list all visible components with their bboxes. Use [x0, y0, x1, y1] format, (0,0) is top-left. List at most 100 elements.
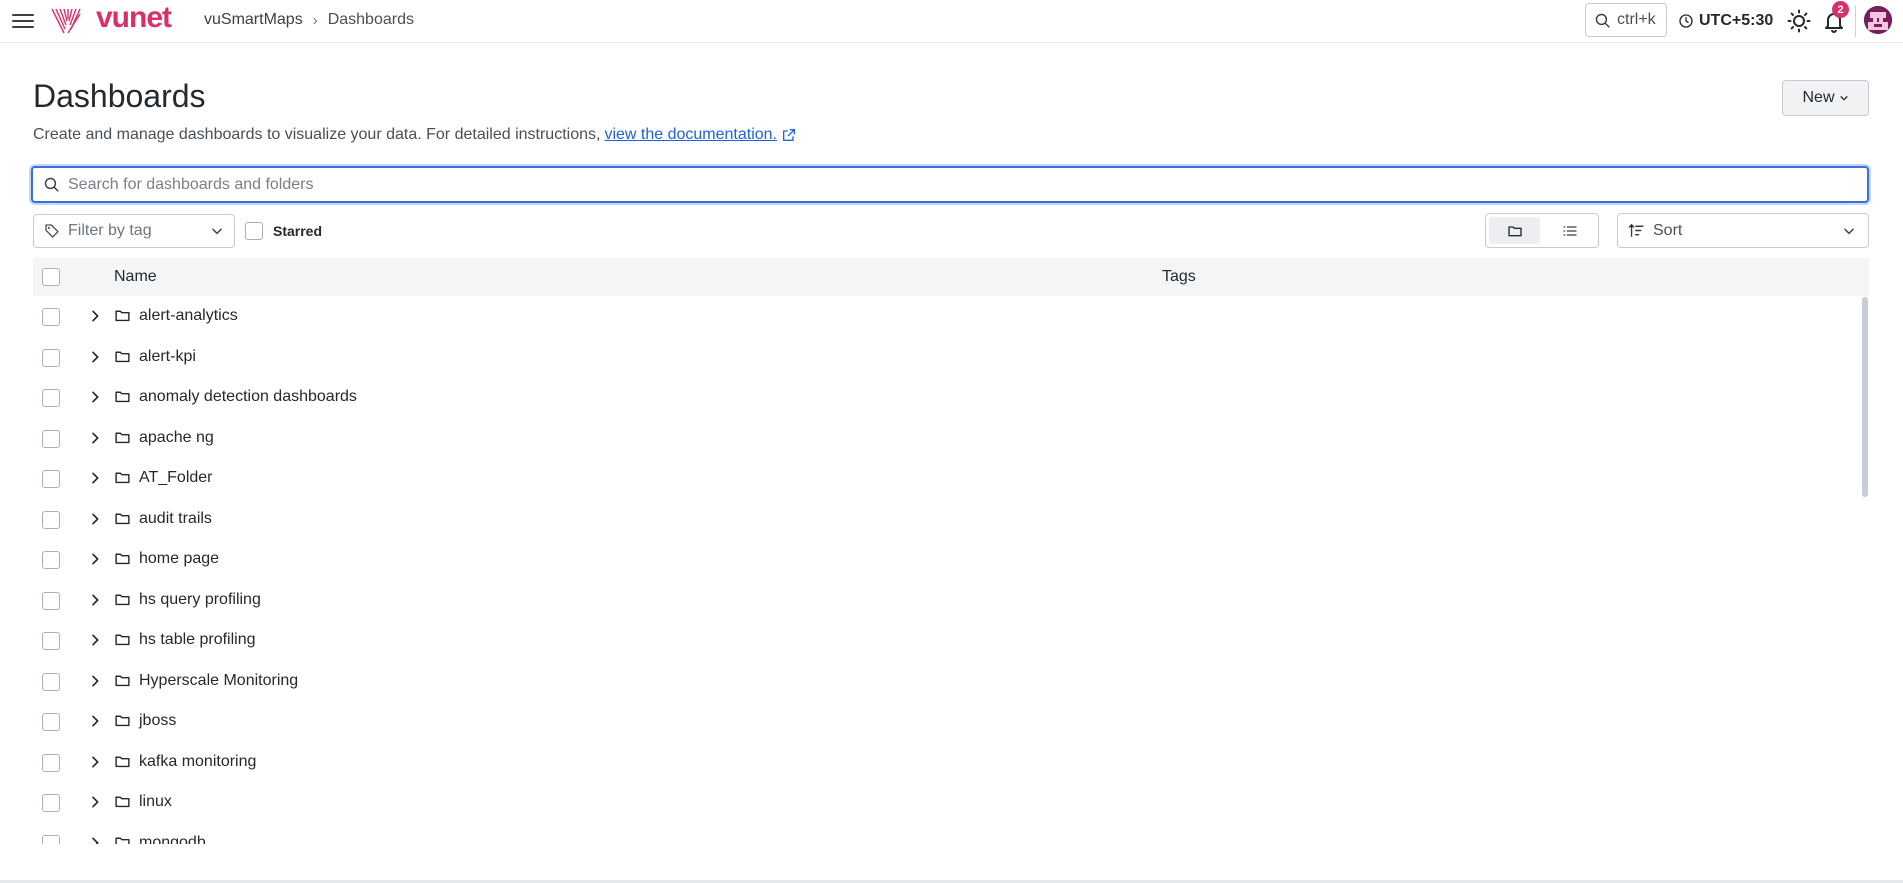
- tag-filter-select[interactable]: Filter by tag: [33, 214, 235, 248]
- sort-select[interactable]: Sort: [1617, 213, 1869, 248]
- tag-icon: [45, 224, 59, 238]
- table-row[interactable]: anomaly detection dashboards: [33, 377, 1869, 418]
- folder-name[interactable]: hs query profiling: [139, 591, 261, 609]
- folder-name[interactable]: jboss: [139, 712, 176, 730]
- user-avatar[interactable]: [1864, 6, 1892, 34]
- table-row[interactable]: apache ng: [33, 418, 1869, 459]
- new-button[interactable]: New: [1782, 80, 1869, 116]
- chevron-right-icon[interactable]: [87, 835, 103, 845]
- page-description: Create and manage dashboards to visualiz…: [33, 126, 797, 144]
- list-scrollbar[interactable]: [1862, 297, 1868, 497]
- page-description-text: Create and manage dashboards to visualiz…: [33, 126, 601, 143]
- starred-checkbox[interactable]: [245, 222, 263, 240]
- folder-icon: [115, 472, 130, 484]
- folder-name[interactable]: AT_Folder: [139, 469, 213, 487]
- view-mode-toggle: [1485, 213, 1599, 248]
- new-button-label: New: [1802, 89, 1835, 106]
- table-row[interactable]: alert-kpi: [33, 337, 1869, 378]
- page-title: Dashboards: [33, 78, 206, 114]
- chevron-right-icon[interactable]: [87, 592, 103, 608]
- starred-label: Starred: [273, 223, 323, 239]
- folder-name[interactable]: apache ng: [139, 429, 214, 447]
- chevron-right-icon[interactable]: [87, 551, 103, 567]
- folder-icon: [115, 796, 130, 808]
- folder-name[interactable]: mongodb: [139, 834, 206, 845]
- table-row[interactable]: audit trails: [33, 499, 1869, 540]
- table-row[interactable]: kafka monitoring: [33, 742, 1869, 783]
- select-all-checkbox[interactable]: [42, 268, 60, 286]
- table-row[interactable]: alert-analytics: [33, 296, 1869, 337]
- row-checkbox[interactable]: [42, 389, 60, 407]
- folder-icon: [115, 351, 130, 362]
- row-checkbox[interactable]: [42, 794, 60, 812]
- folder-icon: [115, 310, 130, 322]
- folder-name[interactable]: hs table profiling: [139, 631, 256, 649]
- row-checkbox[interactable]: [42, 591, 60, 610]
- chevron-right-icon[interactable]: [87, 632, 103, 648]
- folder-view-button[interactable]: [1489, 217, 1540, 244]
- vunet-logo-icon[interactable]: [50, 5, 82, 37]
- command-search-button[interactable]: ctrl+k: [1585, 3, 1667, 37]
- table-row[interactable]: Hyperscale Monitoring: [33, 661, 1869, 702]
- row-checkbox[interactable]: [42, 308, 60, 326]
- table-row[interactable]: hs table profiling: [33, 620, 1869, 661]
- dashboard-search-input[interactable]: [68, 175, 1867, 194]
- row-checkbox[interactable]: [42, 632, 60, 650]
- row-checkbox[interactable]: [42, 672, 60, 691]
- search-icon: [44, 177, 59, 192]
- chevron-right-icon[interactable]: [87, 430, 103, 446]
- row-checkbox[interactable]: [42, 753, 60, 772]
- breadcrumb: vuSmartMaps › Dashboards: [204, 11, 414, 29]
- top-bar: vunet vuSmartMaps › Dashboards ctrl+k UT…: [0, 0, 1903, 43]
- sort-icon: [1628, 223, 1644, 237]
- timezone-label: UTC+5:30: [1699, 12, 1774, 29]
- chevron-right-icon[interactable]: [87, 389, 103, 405]
- brand-wordmark[interactable]: vunet: [96, 1, 172, 35]
- chevron-right-icon[interactable]: [87, 511, 103, 527]
- chevron-right-icon[interactable]: [87, 308, 103, 324]
- chevron-right-icon[interactable]: [87, 349, 103, 365]
- row-checkbox[interactable]: [42, 551, 60, 569]
- folder-name[interactable]: anomaly detection dashboards: [139, 388, 357, 406]
- documentation-link[interactable]: view the documentation.: [604, 126, 777, 144]
- folder-name[interactable]: kafka monitoring: [139, 753, 256, 771]
- row-checkbox[interactable]: [42, 713, 60, 731]
- folder-icon: [115, 634, 130, 646]
- dashboard-search-box[interactable]: [31, 166, 1869, 203]
- folder-icon: [115, 513, 130, 524]
- folder-name[interactable]: audit trails: [139, 510, 212, 528]
- folder-icon: [115, 553, 130, 565]
- table-row[interactable]: jboss: [33, 701, 1869, 742]
- chevron-right-icon[interactable]: [87, 470, 103, 486]
- chevron-right-icon[interactable]: [87, 673, 103, 689]
- external-link-icon[interactable]: [781, 127, 797, 143]
- tag-filter-placeholder: Filter by tag: [68, 222, 152, 239]
- row-checkbox[interactable]: [42, 348, 60, 367]
- folder-name[interactable]: home page: [139, 550, 219, 568]
- folder-name[interactable]: linux: [139, 793, 172, 811]
- table-row[interactable]: home page: [33, 539, 1869, 580]
- row-checkbox[interactable]: [42, 470, 60, 488]
- breadcrumb-root[interactable]: vuSmartMaps: [204, 11, 303, 29]
- folder-name[interactable]: alert-kpi: [139, 348, 196, 366]
- sun-icon[interactable]: [1787, 9, 1811, 33]
- chevron-down-icon: [1844, 228, 1854, 235]
- row-checkbox[interactable]: [42, 510, 60, 529]
- folder-name[interactable]: alert-analytics: [139, 307, 238, 325]
- chevron-right-icon[interactable]: [87, 794, 103, 810]
- row-checkbox[interactable]: [42, 429, 60, 448]
- table-row[interactable]: hs query profiling: [33, 580, 1869, 621]
- chevron-right-icon[interactable]: [87, 754, 103, 770]
- timezone-picker[interactable]: UTC+5:30: [1678, 10, 1773, 32]
- table-row[interactable]: AT_Folder: [33, 458, 1869, 499]
- list-view-button[interactable]: [1544, 217, 1595, 244]
- folder-name[interactable]: Hyperscale Monitoring: [139, 672, 298, 690]
- chevron-right-icon[interactable]: [87, 713, 103, 729]
- table-row[interactable]: linux: [33, 782, 1869, 823]
- column-header-name: Name: [114, 268, 157, 285]
- menu-icon[interactable]: [10, 9, 34, 33]
- folder-list: alert-analytics alert-kpi anomaly detectio…: [33, 296, 1869, 844]
- table-row[interactable]: mongodb: [33, 823, 1869, 845]
- starred-filter[interactable]: Starred: [245, 222, 322, 240]
- row-checkbox[interactable]: [42, 834, 60, 844]
